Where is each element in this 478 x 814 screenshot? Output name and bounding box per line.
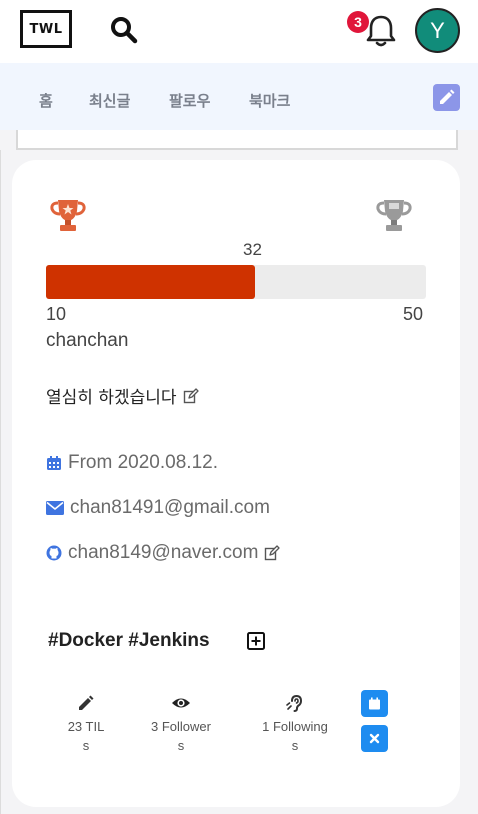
silver-trophy-icon bbox=[376, 200, 412, 231]
notification-badge: 3 bbox=[347, 11, 369, 33]
calendar-icon bbox=[369, 697, 380, 710]
current-level: 32 bbox=[243, 240, 262, 259]
username: chanchan bbox=[46, 330, 129, 351]
level-progress-fill bbox=[46, 265, 255, 299]
level-max: 50 bbox=[403, 304, 424, 324]
github-row: chan8149@naver.com bbox=[46, 542, 281, 564]
stat-tils-label-wrap: s bbox=[82, 738, 90, 753]
joined-row: From 2020.08.12. bbox=[46, 452, 218, 474]
stat-followers[interactable]: 3 Follower s bbox=[131, 693, 231, 755]
avatar-initial: Y bbox=[430, 17, 445, 43]
page-divider bbox=[0, 150, 1, 814]
tab-follow[interactable]: 팔로우 bbox=[169, 90, 210, 111]
stat-followings-label-wrap: s bbox=[291, 738, 299, 753]
add-tag-icon[interactable] bbox=[247, 632, 265, 650]
nav-bar: 홈 최신글 팔로우 북마크 bbox=[0, 63, 478, 130]
email-row: chan81491@gmail.com bbox=[46, 497, 270, 519]
github-account[interactable]: chan8149@naver.com bbox=[68, 542, 258, 564]
search-button[interactable] bbox=[108, 14, 140, 46]
stat-followings-label: 1 Following bbox=[262, 719, 328, 734]
close-button[interactable] bbox=[361, 725, 388, 752]
stat-followers-label: 3 Follower bbox=[151, 719, 211, 734]
tab-bookmark[interactable]: 북마크 bbox=[249, 90, 290, 111]
twl-logo[interactable]: TWL bbox=[20, 10, 72, 48]
stat-followings[interactable]: 1 Following s bbox=[245, 693, 345, 755]
level-min: 10 bbox=[46, 304, 67, 324]
calendar-icon bbox=[47, 456, 61, 470]
bio-row: 열심히 하겠습니다 bbox=[46, 383, 199, 408]
tab-latest[interactable]: 최신글 bbox=[89, 90, 130, 111]
stat-followers-label-wrap: s bbox=[177, 738, 185, 753]
email-address[interactable]: chan81491@gmail.com bbox=[70, 497, 270, 519]
calendar-button[interactable] bbox=[361, 690, 388, 717]
write-post-button[interactable] bbox=[433, 84, 460, 111]
pencil-icon bbox=[440, 89, 455, 104]
notification-count: 3 bbox=[354, 14, 362, 30]
search-icon bbox=[111, 17, 138, 44]
pencil-icon bbox=[79, 695, 94, 710]
close-icon bbox=[369, 733, 380, 744]
logo-text: TWL bbox=[29, 21, 63, 37]
top-bar: TWL 3 Y bbox=[0, 0, 478, 63]
ear-icon bbox=[286, 694, 303, 712]
tab-home[interactable]: 홈 bbox=[39, 90, 53, 111]
joined-date: From 2020.08.12. bbox=[68, 452, 218, 473]
edit-github-icon[interactable] bbox=[264, 545, 281, 561]
stat-tils[interactable]: 23 TIL s bbox=[36, 693, 136, 755]
github-icon bbox=[46, 545, 62, 561]
bronze-trophy-icon bbox=[50, 200, 86, 231]
bio-text: 열심히 하겠습니다 bbox=[46, 388, 177, 408]
stat-tils-label: 23 TIL bbox=[67, 719, 105, 734]
tech-tags: #Docker #Jenkins bbox=[48, 630, 210, 651]
edit-bio-icon[interactable] bbox=[183, 387, 199, 404]
previous-card-edge bbox=[16, 130, 458, 150]
eye-icon bbox=[172, 698, 190, 708]
level-progress-bar bbox=[46, 265, 426, 299]
envelope-icon bbox=[46, 501, 64, 515]
avatar[interactable]: Y bbox=[415, 8, 460, 53]
